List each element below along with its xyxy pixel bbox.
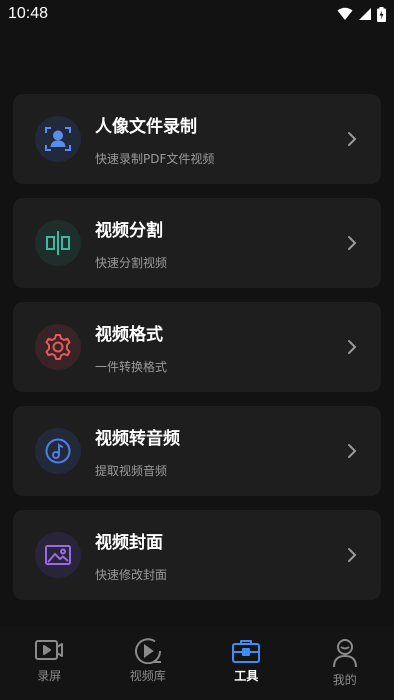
- music-note-icon: [45, 438, 71, 464]
- toolbox-icon: [232, 640, 261, 663]
- chevron-right-icon: [348, 132, 357, 146]
- tool-icon-bg: [35, 116, 81, 162]
- tool-title: 视频封面: [95, 533, 163, 553]
- status-bar: 10:48: [0, 0, 394, 28]
- tab-video-library[interactable]: 视频库: [99, 626, 198, 700]
- tab-tools[interactable]: 工具: [197, 626, 296, 700]
- signal-icon: [359, 8, 371, 20]
- tool-subtitle: 提取视频音频: [95, 464, 168, 478]
- tool-icon-bg: [35, 220, 81, 266]
- wifi-icon: [337, 7, 353, 20]
- status-time: 10:48: [8, 5, 49, 22]
- video-library-icon: [134, 638, 161, 664]
- chevron-right-icon: [348, 236, 357, 250]
- tab-label: 工具: [234, 669, 259, 683]
- tool-subtitle: 快速录制PDF文件视频: [95, 152, 215, 166]
- tool-card-video-split[interactable]: 视频分割 快速分割视频: [13, 198, 381, 288]
- battery-icon: [377, 6, 386, 22]
- tool-list: 人像文件录制 快速录制PDF文件视频 视频分割 快速分割视频 视频格式 一件转换…: [13, 94, 381, 614]
- tool-icon-bg: [35, 324, 81, 370]
- tool-icon-bg: [35, 532, 81, 578]
- chevron-right-icon: [348, 548, 357, 562]
- tool-card-portrait-recording[interactable]: 人像文件录制 快速录制PDF文件视频: [13, 94, 381, 184]
- chevron-right-icon: [348, 444, 357, 458]
- tab-profile[interactable]: 我的: [296, 626, 394, 700]
- profile-icon: [332, 639, 357, 668]
- chevron-right-icon: [348, 340, 357, 354]
- gear-icon: [45, 334, 71, 360]
- tool-card-video-cover[interactable]: 视频封面 快速修改封面: [13, 510, 381, 600]
- tab-label: 录屏: [37, 669, 62, 683]
- tool-subtitle: 一件转换格式: [95, 360, 168, 374]
- portrait-scan-icon: [45, 127, 71, 151]
- tool-subtitle: 快速修改封面: [95, 568, 168, 582]
- tab-label: 我的: [332, 673, 357, 687]
- record-screen-icon: [35, 640, 64, 660]
- image-icon: [45, 545, 71, 565]
- tool-icon-bg: [35, 428, 81, 474]
- tab-label: 视频库: [129, 669, 166, 683]
- status-icons: [337, 6, 386, 22]
- tool-title: 视频格式: [95, 325, 163, 345]
- tool-subtitle: 快速分割视频: [95, 256, 168, 270]
- tool-card-video-to-audio[interactable]: 视频转音频 提取视频音频: [13, 406, 381, 496]
- tool-card-video-format[interactable]: 视频格式 一件转换格式: [13, 302, 381, 392]
- split-icon: [46, 231, 70, 255]
- tool-title: 人像文件录制: [95, 117, 197, 137]
- bottom-tab-bar: 录屏 视频库 工具 我的: [0, 626, 394, 700]
- tool-title: 视频转音频: [95, 429, 180, 449]
- tab-record[interactable]: 录屏: [0, 626, 99, 700]
- tool-title: 视频分割: [95, 221, 163, 241]
